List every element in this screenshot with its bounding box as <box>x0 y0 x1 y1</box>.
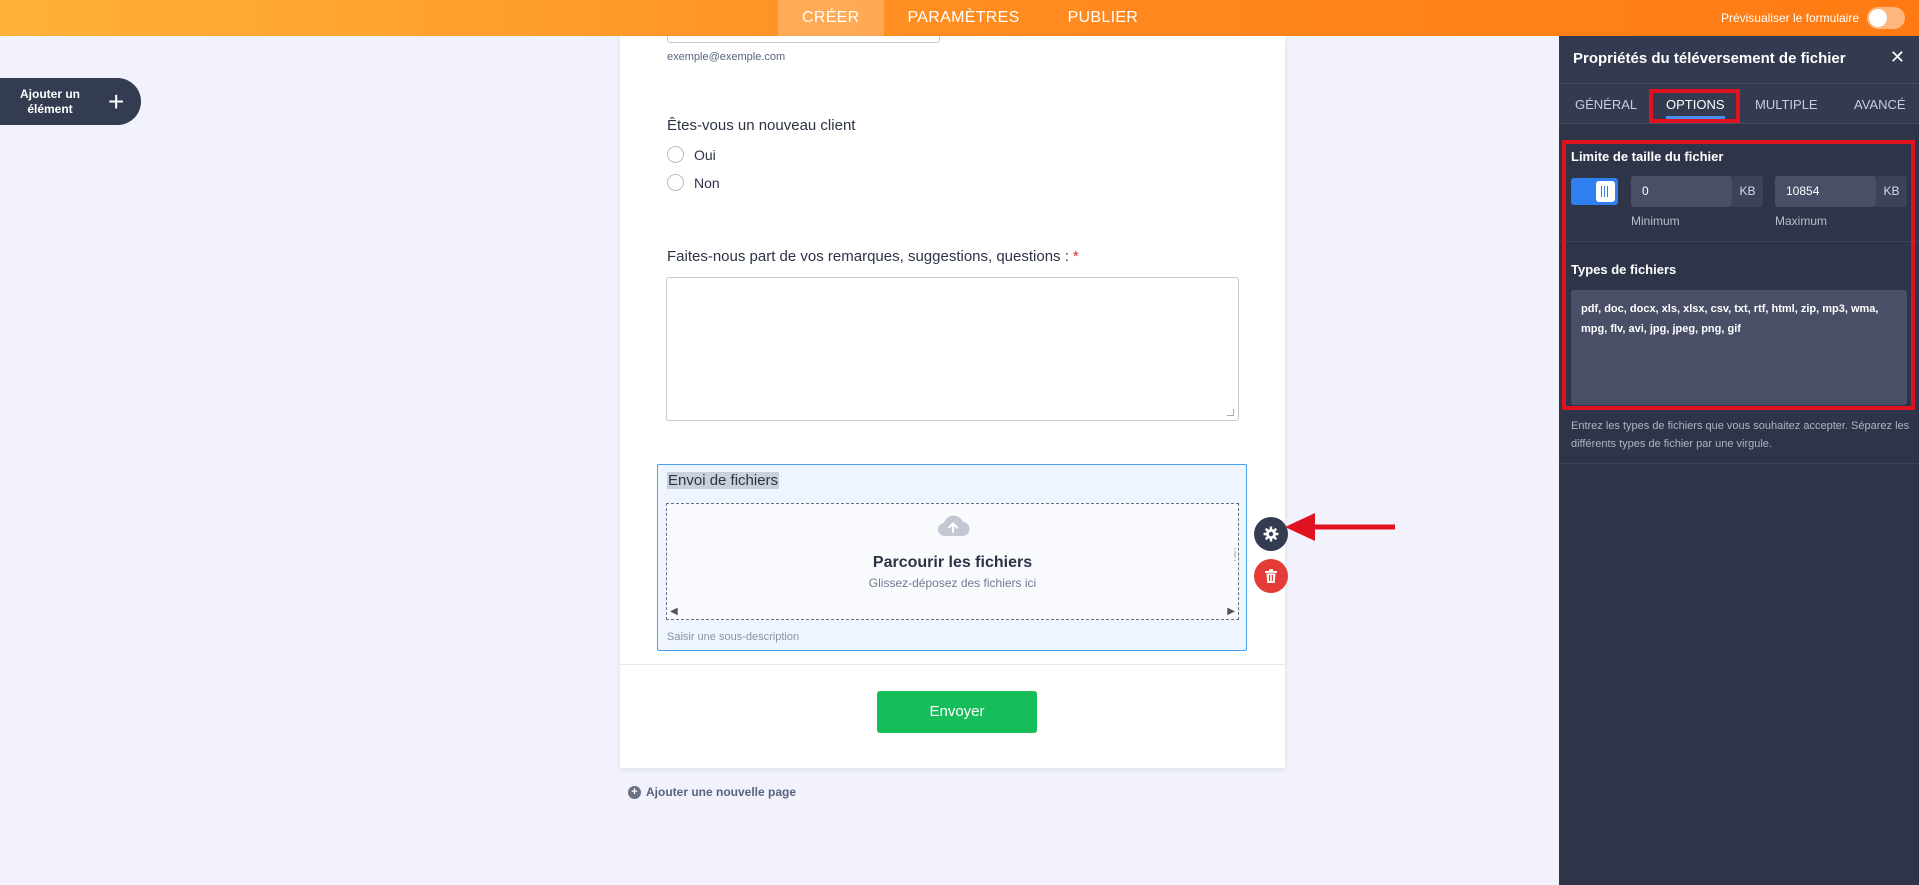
form-card: exemple@exemple.com Êtes-vous un nouveau… <box>620 36 1285 768</box>
submit-button[interactable]: Envoyer <box>877 691 1037 733</box>
feedback-textarea[interactable] <box>666 277 1239 421</box>
resize-grip[interactable] <box>1227 409 1234 416</box>
tab-parametres[interactable]: PARAMÈTRES <box>884 0 1044 36</box>
preview-label: Prévisualiser le formulaire <box>1720 11 1859 25</box>
preview-control: Prévisualiser le formulaire <box>1721 7 1905 29</box>
dropzone[interactable]: Parcourir les fichiers Glissez-déposez d… <box>666 503 1240 620</box>
email-hint: exemple@exemple.com <box>667 51 786 63</box>
highlight-options-section <box>1562 140 1915 410</box>
drag-handle-icon[interactable]: ⋮ ⋮ <box>1230 548 1240 563</box>
tab-avance[interactable]: AVANCÉ <box>1854 84 1906 125</box>
radio-button[interactable] <box>667 146 684 163</box>
tab-general[interactable]: GÉNÉRAL <box>1575 84 1637 125</box>
email-field[interactable] <box>667 36 940 43</box>
section-divider <box>1559 463 1919 464</box>
radio-option-non[interactable]: Non <box>667 174 720 191</box>
panel-header: Propriétés du téléversement de fichier ✕ <box>1559 36 1919 83</box>
scroll-right-icon[interactable]: ▶ <box>1227 606 1235 617</box>
close-icon[interactable]: ✕ <box>1890 47 1905 68</box>
add-page-label: Ajouter une nouvelle page <box>646 785 797 799</box>
add-element-button[interactable]: Ajouter un élément + <box>0 78 141 125</box>
question-feedback-text: Faites-nous part de vos remarques, sugge… <box>667 248 1069 265</box>
tab-multiple[interactable]: MULTIPLE <box>1755 84 1818 125</box>
add-element-label: Ajouter un élément <box>20 86 80 116</box>
divider <box>620 664 1285 665</box>
scroll-left-icon[interactable]: ◀ <box>670 606 678 617</box>
arrow-pointer-icon <box>1285 513 1395 541</box>
question-new-client-label: Êtes-vous un nouveau client <box>667 117 856 134</box>
top-bar: CRÉER PARAMÈTRES PUBLIER Prévisualiser l… <box>0 0 1919 36</box>
radio-label-oui: Oui <box>694 146 716 163</box>
upload-title[interactable]: Envoi de fichiers <box>667 472 780 489</box>
preview-toggle-knob <box>1869 9 1887 27</box>
properties-panel: Propriétés du téléversement de fichier ✕… <box>1559 36 1919 885</box>
radio-label-non: Non <box>694 174 720 191</box>
radio-button[interactable] <box>667 174 684 191</box>
delete-field-button[interactable] <box>1254 559 1288 593</box>
tab-publier[interactable]: PUBLIER <box>1044 0 1163 36</box>
radio-option-oui[interactable]: Oui <box>667 146 716 163</box>
add-page-icon: + <box>628 785 641 799</box>
top-nav: CRÉER PARAMÈTRES PUBLIER <box>778 0 1162 36</box>
add-page-button[interactable]: + Ajouter une nouvelle page <box>628 785 796 799</box>
panel-title: Propriétés du téléversement de fichier <box>1573 50 1846 67</box>
subdescription-placeholder[interactable]: Saisir une sous-description <box>667 631 799 643</box>
preview-toggle[interactable] <box>1867 7 1905 29</box>
required-mark: * <box>1072 248 1079 265</box>
browse-files-label[interactable]: Parcourir les fichiers <box>667 554 1238 572</box>
cloud-upload-icon <box>937 515 970 537</box>
question-feedback-label: Faites-nous part de vos remarques, sugge… <box>667 248 1079 265</box>
trash-icon <box>1265 568 1277 583</box>
highlight-options-tab <box>1649 89 1740 123</box>
file-types-help: Entrez les types de fichiers que vous so… <box>1571 420 1910 450</box>
plus-icon: + <box>108 85 125 117</box>
file-upload-field[interactable]: Envoi de fichiers Parcourir les fichiers… <box>657 464 1247 651</box>
drag-drop-hint: Glissez-déposez des fichiers ici <box>868 576 1037 590</box>
tab-creer[interactable]: CRÉER <box>778 0 884 36</box>
gear-icon <box>1263 526 1279 542</box>
